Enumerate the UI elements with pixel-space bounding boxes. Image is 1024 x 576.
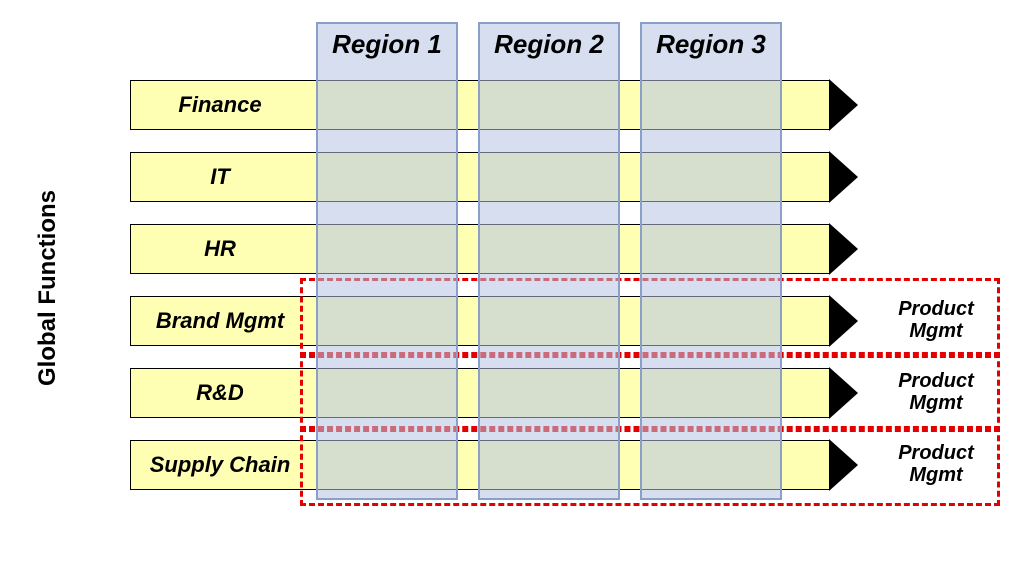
- axis-label: Global Functions: [34, 190, 62, 386]
- arrow-label-cell: Brand Mgmt: [130, 296, 310, 346]
- arrow-label-cell: R&D: [130, 368, 310, 418]
- region-header: Region 2: [480, 29, 618, 60]
- region-column: Region 1: [316, 22, 458, 500]
- function-label: Supply Chain: [150, 452, 291, 478]
- arrow-label-cell: Supply Chain: [130, 440, 310, 490]
- function-label: Brand Mgmt: [156, 308, 284, 334]
- region-column: Region 2: [478, 22, 620, 500]
- product-mgmt-label: Product Mgmt: [876, 370, 996, 414]
- product-mgmt-label: Product Mgmt: [876, 298, 996, 342]
- product-mgmt-label: Product Mgmt: [876, 442, 996, 486]
- region-header: Region 1: [318, 29, 456, 60]
- function-label: Finance: [178, 92, 261, 118]
- region-column: Region 3: [640, 22, 782, 500]
- arrow-label-cell: IT: [130, 152, 310, 202]
- region-header: Region 3: [642, 29, 780, 60]
- arrow-label-cell: HR: [130, 224, 310, 274]
- arrow-head-icon: [830, 152, 858, 202]
- diagram-canvas: Global Functions Finance IT HR Brand Mgm…: [0, 0, 1024, 576]
- arrow-head-icon: [830, 80, 858, 130]
- function-label: HR: [204, 236, 236, 262]
- function-label: IT: [210, 164, 230, 190]
- arrow-label-cell: Finance: [130, 80, 310, 130]
- arrow-head-icon: [830, 224, 858, 274]
- function-label: R&D: [196, 380, 244, 406]
